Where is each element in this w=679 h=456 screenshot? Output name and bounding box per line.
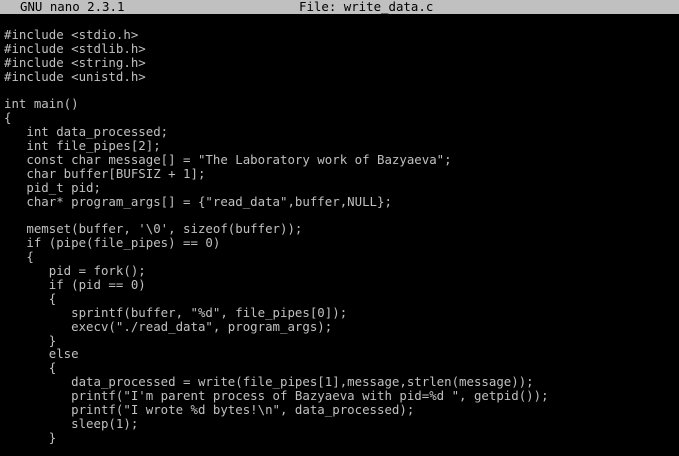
nano-title-bar: GNU nano 2.3.1 File: write_data.c (0, 0, 679, 14)
code-line[interactable]: char buffer[BUFSIZ + 1]; (4, 167, 679, 181)
text-editor-area[interactable]: #include <stdio.h> #include <stdlib.h> #… (4, 28, 679, 445)
code-line[interactable] (4, 209, 679, 223)
code-line[interactable]: { (4, 361, 679, 375)
code-line[interactable]: printf("I'm parent process of Bazyaeva w… (4, 389, 679, 403)
code-line[interactable]: data_processed = write(file_pipes[1],mes… (4, 375, 679, 389)
code-line[interactable]: int main() (4, 97, 679, 111)
code-line[interactable]: printf("I wrote %d bytes!\n", data_proce… (4, 403, 679, 417)
code-line[interactable]: } (4, 430, 679, 445)
code-line[interactable]: int file_pipes[2]; (4, 139, 679, 153)
code-line[interactable]: char* program_args[] = {"read_data",buff… (4, 194, 679, 209)
app-version-label: GNU nano 2.3.1 (20, 0, 125, 14)
code-line[interactable]: const char message[] = "The Laboratory w… (4, 153, 679, 167)
code-line[interactable]: sleep(1); (4, 417, 679, 431)
code-line[interactable] (4, 84, 679, 98)
terminal-window: GNU nano 2.3.1 File: write_data.c #inclu… (0, 0, 679, 456)
code-line[interactable]: #include <stdlib.h> (4, 41, 679, 56)
code-line[interactable]: pid_t pid; (4, 180, 679, 195)
code-line[interactable]: #include <unistd.h> (4, 69, 679, 84)
code-line[interactable]: execv("./read_data", program_args); (4, 319, 679, 334)
code-line[interactable]: memset(buffer, '\0', sizeof(buffer)); (4, 222, 679, 236)
code-line[interactable]: { (4, 111, 679, 125)
code-line[interactable]: int data_processed; (4, 125, 679, 139)
code-line[interactable]: #include <string.h> (4, 55, 679, 70)
file-name-label: File: write_data.c (299, 0, 434, 14)
code-line[interactable]: if (pid == 0) (4, 278, 679, 292)
code-line[interactable]: pid = fork(); (4, 264, 679, 278)
code-line[interactable]: { (4, 250, 679, 264)
code-line[interactable]: else (4, 347, 679, 361)
code-line[interactable]: } (4, 333, 679, 348)
code-line[interactable]: { (4, 292, 679, 306)
code-line[interactable]: sprintf(buffer, "%d", file_pipes[0]); (4, 305, 679, 320)
code-line[interactable]: #include <stdio.h> (4, 28, 679, 42)
code-line[interactable]: if (pipe(file_pipes) == 0) (4, 236, 679, 250)
